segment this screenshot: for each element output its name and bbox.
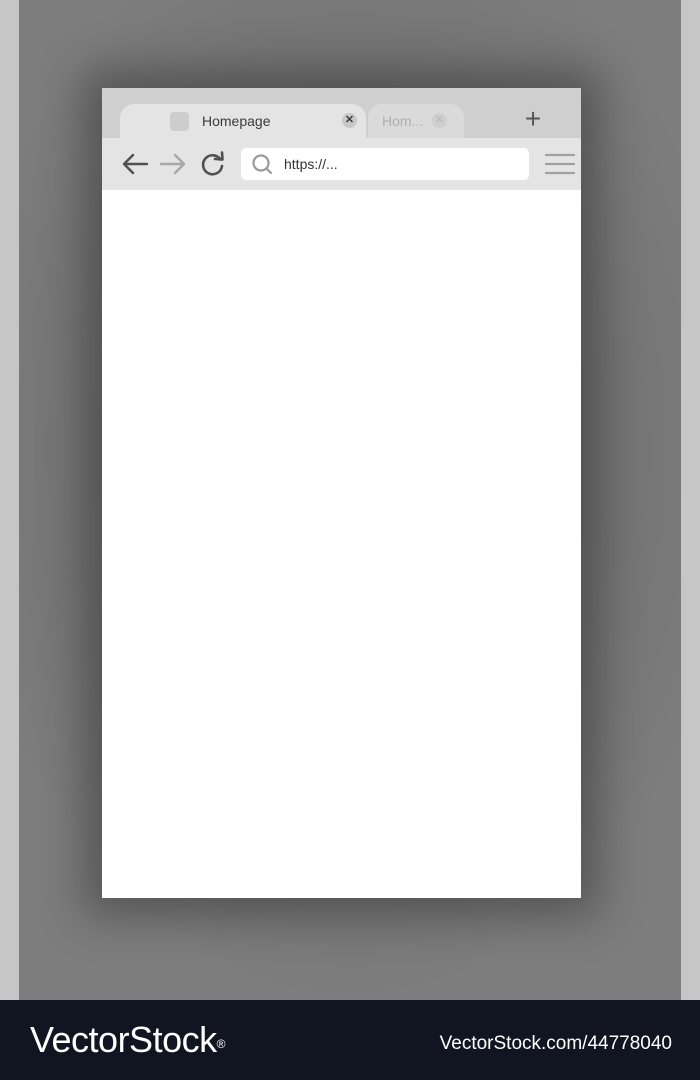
search-icon (252, 154, 273, 175)
image-id: VectorStock.com/44778040 (439, 1033, 672, 1054)
tab-title: Hom... (382, 113, 424, 129)
close-icon[interactable]: ✕ (432, 113, 447, 128)
tab-bar: Homepage ✕ Hom... ✕ + (102, 88, 581, 138)
tab-inactive[interactable]: Hom... ✕ (368, 104, 464, 138)
browser-window: Homepage ✕ Hom... ✕ + https://... (102, 88, 581, 898)
tab-title: Homepage (202, 113, 271, 129)
brand-logo: VectorStock® (30, 1018, 225, 1062)
forward-button[interactable] (158, 150, 188, 178)
close-icon[interactable]: ✕ (342, 113, 357, 128)
address-bar[interactable]: https://... (241, 148, 529, 180)
brand-name: VectorStock (30, 1019, 217, 1060)
favicon-icon (170, 112, 189, 131)
page-content (102, 190, 581, 898)
hamburger-menu-icon (544, 153, 576, 175)
arrow-right-icon (159, 153, 186, 175)
url-text: https://... (284, 156, 338, 172)
registered-mark: ® (216, 1037, 226, 1051)
reload-icon (201, 151, 224, 176)
reload-button[interactable] (198, 150, 228, 178)
tab-homepage[interactable]: Homepage ✕ (120, 104, 366, 138)
menu-button[interactable] (544, 152, 576, 176)
back-button[interactable] (120, 150, 150, 178)
plus-icon[interactable]: + (520, 105, 546, 133)
toolbar: https://... (102, 138, 581, 190)
watermark-footer: VectorStock® VectorStock.com/44778040 (0, 1000, 700, 1080)
arrow-left-icon (122, 153, 149, 175)
